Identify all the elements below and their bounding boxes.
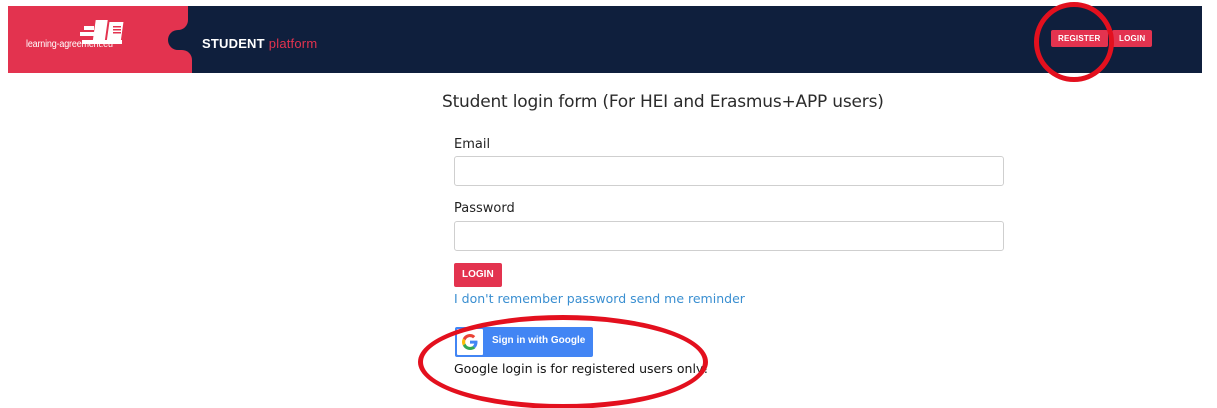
platform-title-accent: platform [268,36,318,51]
password-label: Password [454,201,515,216]
logo-decoration [158,50,192,73]
top-navigation-bar: learning-agreement.eu STUDENT platform RE… [8,6,1202,73]
email-field[interactable] [454,156,1004,186]
header-login-button[interactable]: LOGIN [1112,30,1153,47]
email-label: Email [454,137,491,152]
google-icon-container [457,329,483,355]
platform-title-main: STUDENT [202,36,265,51]
page-title: Student login form (For HEI and Erasmus+… [442,92,884,112]
login-button[interactable]: LOGIN [454,263,502,287]
google-sign-in-label: Sign in with Google [492,335,586,346]
logo-decoration [158,6,188,30]
platform-title: STUDENT platform [202,36,317,51]
password-field[interactable] [454,221,1004,251]
google-login-note: Google login is for registered users onl… [454,361,709,376]
google-sign-in-button[interactable]: Sign in with Google [455,327,593,357]
logo-text[interactable]: learning-agreement.eu [26,39,113,50]
password-reminder-link[interactable]: I don't remember password send me remind… [454,291,745,306]
register-button[interactable]: REGISTER [1051,30,1108,47]
google-g-icon [462,334,478,350]
